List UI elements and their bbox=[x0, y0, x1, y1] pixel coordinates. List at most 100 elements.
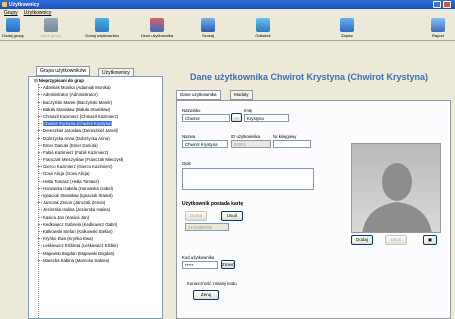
refresh-button[interactable]: Odśwież bbox=[252, 17, 274, 41]
tree-user-item[interactable]: Dereszkiel Jarosław (Dereszkiel Jarosł) bbox=[29, 127, 162, 134]
window-title: Użytkownicy bbox=[9, 1, 40, 8]
tree-user-label: Emer Danuta (Emer Danuta) bbox=[43, 142, 98, 148]
tree-connector bbox=[38, 159, 42, 161]
report-icon bbox=[431, 18, 445, 32]
user-tree[interactable]: ⊟ Nieprzypisani do grup Adamiak Monika (… bbox=[28, 76, 163, 319]
tree-user-label: Marecka Sabina (Marecka Sabina) bbox=[43, 257, 110, 263]
tree-user-item[interactable]: Kasica Jan (Kasica Jan) bbox=[29, 214, 162, 221]
photo-browse-button[interactable]: ▣ bbox=[423, 235, 437, 245]
tree-user-label: Fabiś Kazimierz (Fabiś Kazimierz) bbox=[43, 149, 109, 155]
card-number-field: 0123456789 bbox=[185, 223, 229, 231]
search-icon bbox=[201, 18, 215, 32]
tree-connector bbox=[38, 209, 42, 211]
surname-picker-button[interactable]: ... bbox=[231, 113, 242, 122]
add-user-icon bbox=[95, 18, 109, 32]
add-user-button[interactable]: Dodaj użytkownika bbox=[83, 17, 121, 41]
tree-user-label: Kedkowicz Gabriela (Kedkowicz Gabri) bbox=[43, 221, 118, 227]
tree-user-item[interactable]: Hełta Tomasz (Hełta Tomasz) bbox=[29, 178, 162, 185]
change-code-button[interactable]: Zmień bbox=[221, 260, 235, 269]
tree-user-label: Dobrzycka Anna (Dobrzycka Anna) bbox=[43, 135, 110, 141]
person-silhouette-icon bbox=[362, 163, 432, 232]
menu-uzytkownicy[interactable]: Użytkownicy bbox=[24, 10, 52, 16]
reset-code-button[interactable]: Zeruj bbox=[193, 290, 219, 300]
tree-user-item[interactable]: Administrator (Administrator) bbox=[29, 91, 162, 98]
account-number-label: Nr księgowy bbox=[273, 134, 297, 139]
camera-icon: ▣ bbox=[427, 237, 433, 242]
tree-user-label: Franczak Mieczysław (Franczak Mieczysł) bbox=[43, 157, 124, 163]
tree-user-label: Janczak Zenon (Janczak Zenon) bbox=[43, 200, 106, 206]
tree-user-label: Baczyński Marek (Baczyński Marek) bbox=[43, 99, 113, 105]
surname-input[interactable]: Chwirot bbox=[182, 114, 230, 122]
tree-user-label: Chmaził Kazimierz (Chmaził Kazimierz) bbox=[43, 113, 119, 119]
tree-connector bbox=[38, 108, 42, 110]
tree-user-item[interactable]: Adamiak Monika (Adamiak Monika) bbox=[29, 84, 162, 91]
card-add-button[interactable]: Dodaj bbox=[185, 211, 207, 221]
toolbar: Dodaj grupę Usuń grupę Dodaj użytkownika… bbox=[0, 17, 455, 41]
tree-user-item[interactable]: Janczak Zenon (Janczak Zenon) bbox=[29, 199, 162, 206]
tree-user-item[interactable]: Marecka Sabina (Marecka Sabina) bbox=[29, 257, 162, 264]
tree-user-item[interactable]: Chmaził Kazimierz (Chmaził Kazimierz) bbox=[29, 113, 162, 120]
tree-user-item[interactable]: Dobrzycka Anna (Dobrzycka Anna) bbox=[29, 135, 162, 142]
tree-connector bbox=[38, 173, 42, 175]
code-change-label: Konieczność zmiany kodu bbox=[187, 281, 237, 286]
add-group-button[interactable]: Dodaj grupę bbox=[2, 17, 24, 41]
photo-remove-button[interactable]: Usuń bbox=[385, 235, 407, 245]
tree-user-item[interactable]: Leśkiewicz Elżbieta (Leśkiewicz Elżbie) bbox=[29, 242, 162, 249]
menu-grupy[interactable]: Grupy bbox=[4, 10, 18, 16]
tab-user-groups[interactable]: Grupa użytkowników bbox=[36, 66, 91, 76]
tree-user-item[interactable]: Kryńko Ewa (Kryńko Ewa) bbox=[29, 235, 162, 242]
tree-user-item[interactable]: Jezierska Halina (Jezierska Halina) bbox=[29, 206, 162, 213]
tree-user-item[interactable]: Gierco Kazimierz (Gierco Kazimierz) bbox=[29, 163, 162, 170]
tab-modules[interactable]: Moduły bbox=[230, 90, 253, 100]
remove-group-button[interactable]: Usuń grupę bbox=[40, 17, 62, 41]
tree-user-item[interactable]: Franczak Mieczysław (Franczak Mieczysł) bbox=[29, 156, 162, 163]
tree-user-item[interactable]: Horowska Izabela (Horowska Izabel) bbox=[29, 185, 162, 192]
user-code-input[interactable]: ***** bbox=[182, 261, 218, 269]
tree-connector bbox=[38, 180, 42, 182]
tree-user-label: Ignaciuk Stanisław (Ignaciuk Stanisł) bbox=[43, 193, 113, 198]
tree-user-label: Administrator (Administrator) bbox=[43, 92, 98, 98]
tree-user-item[interactable]: Ignaciuk Stanisław (Ignaciuk Stanisł) bbox=[29, 192, 162, 199]
tree-user-label: Kasica Jan (Kasica Jan) bbox=[43, 214, 90, 220]
tree-connector bbox=[38, 115, 42, 117]
tree-user-item[interactable]: Baczyński Marek (Baczyński Marek) bbox=[29, 99, 162, 106]
tree-user-label: Jezierska Halina (Jezierska Halina) bbox=[43, 207, 111, 213]
remove-user-button[interactable]: Usuń użytkownika bbox=[137, 17, 177, 41]
photo-add-button[interactable]: Dodaj bbox=[351, 235, 373, 245]
minimize-button[interactable] bbox=[433, 1, 441, 8]
search-button[interactable]: Szukaj bbox=[198, 17, 218, 41]
card-remove-button[interactable]: Usuń bbox=[221, 211, 243, 221]
tree-user-item[interactable]: Fabiś Kazimierz (Fabiś Kazimierz) bbox=[29, 149, 162, 156]
save-button[interactable]: Zapisz bbox=[338, 17, 356, 41]
remove-user-icon bbox=[150, 18, 164, 32]
close-button[interactable] bbox=[443, 1, 451, 8]
tree-connector bbox=[38, 130, 42, 132]
name-input[interactable]: Chwirot Krystyna bbox=[182, 140, 228, 148]
surname-label: Nazwisko bbox=[182, 108, 201, 113]
tree-user-item[interactable]: Kalkowski Stefan (Kalkowski Stefan) bbox=[29, 228, 162, 235]
tree-connector bbox=[38, 238, 42, 240]
tree-user-item[interactable]: Goss Alicja (Goss Alicja) bbox=[29, 170, 162, 177]
first-name-input[interactable]: Krystyna bbox=[244, 114, 289, 122]
tree-user-item[interactable]: Chwirot Krystyna (Chwirot Krystyna) bbox=[29, 120, 162, 127]
tree-user-label: Dereszkiel Jarosław (Dereszkiel Jarosł) bbox=[43, 128, 118, 134]
tree-connector bbox=[38, 94, 42, 96]
report-button[interactable]: Raport bbox=[428, 17, 448, 41]
title-bar[interactable]: Użytkownicy bbox=[0, 0, 455, 9]
tree-user-item[interactable]: Kedkowicz Gabriela (Kedkowicz Gabri) bbox=[29, 221, 162, 228]
tree-user-item[interactable]: Majewski Bogdan (Majewski Bogdan) bbox=[29, 250, 162, 257]
users-window: Użytkownicy Grupy Użytkownicy Dodaj grup… bbox=[0, 0, 455, 319]
card-heading: Użytkownik posiada kartę bbox=[182, 201, 244, 207]
refresh-icon bbox=[256, 18, 270, 32]
description-label: Opis bbox=[182, 161, 191, 166]
page-title: Dane użytkownika Chwirot Krystyna (Chwir… bbox=[190, 72, 429, 82]
tree-user-item[interactable]: Bałuła Stanisław (Bałuła Stanisław) bbox=[29, 106, 162, 113]
tree-group-unassigned[interactable]: ⊟ Nieprzypisani do grup bbox=[29, 77, 162, 84]
account-number-input[interactable] bbox=[273, 140, 311, 148]
description-textarea[interactable] bbox=[182, 168, 314, 190]
tree-connector bbox=[38, 137, 42, 139]
tree-user-item[interactable]: Emer Danuta (Emer Danuta) bbox=[29, 142, 162, 149]
tab-user-data[interactable]: Dane użytkownika bbox=[176, 90, 221, 100]
user-id-label: ID użytkownika bbox=[231, 134, 260, 139]
first-name-label: Imię bbox=[244, 108, 253, 113]
